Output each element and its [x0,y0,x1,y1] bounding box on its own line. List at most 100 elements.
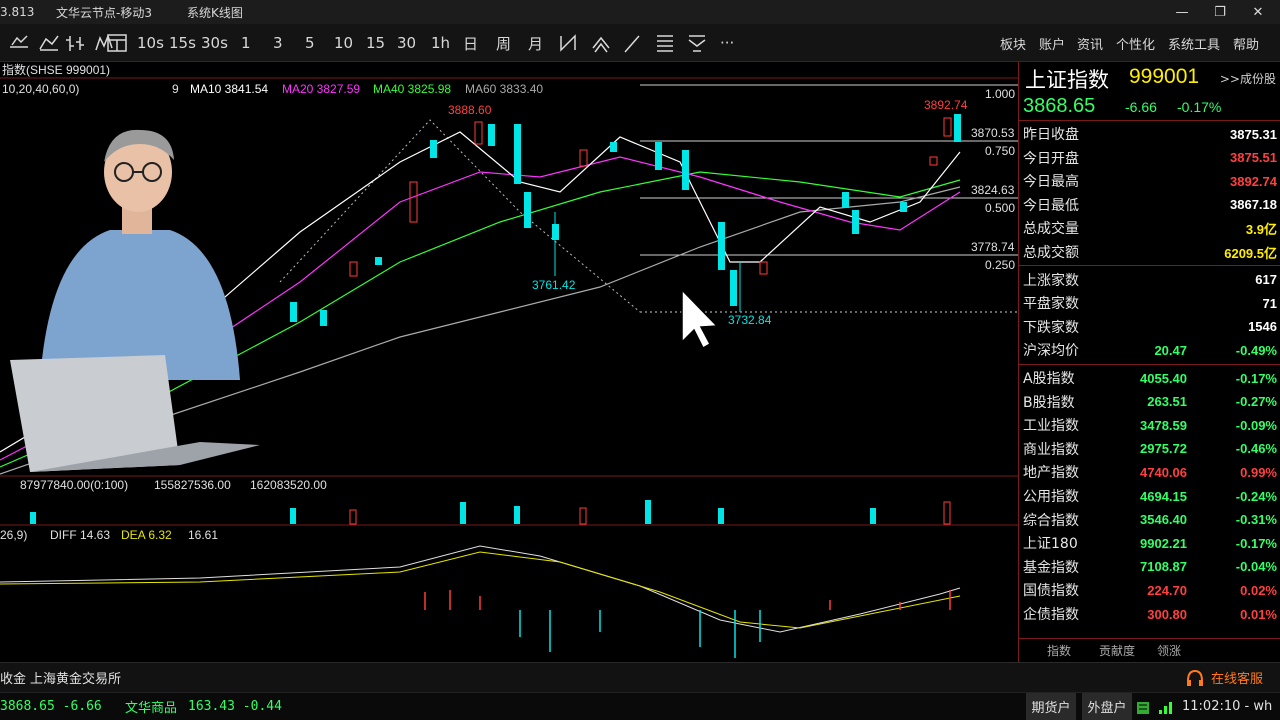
draw-line-icon[interactable] [10,35,28,48]
constituents-link[interactable]: >>成份股 [1220,70,1276,87]
index-row[interactable]: 公用指数 4694.15 -0.24% [1019,484,1280,508]
index-name: 上证指数 [1025,68,1109,92]
menu-help[interactable]: 帮助 [1233,24,1259,62]
symbol-label: 指数(SHSE 999001) [2,62,110,77]
view-title: 系统K线图 [187,5,243,20]
hs-avg-label: 沪深均价 [1023,343,1079,360]
period-1h[interactable]: 1h [431,24,450,62]
index-row[interactable]: B股指数 263.51 -0.27% [1019,390,1280,414]
fib-ratio-05: 0.500 [985,201,1015,215]
headset-icon[interactable] [1184,667,1206,689]
dotted-trend-line[interactable] [279,119,641,313]
quote-tab[interactable]: 领涨 [1153,640,1185,661]
period-1m[interactable]: 1 [241,24,251,62]
index-row[interactable]: 基金指数 7108.87 -0.04% [1019,555,1280,579]
index-label: 基金指数 [1023,559,1079,576]
ticker-bar: 3868.65 -6.66 文华商品 163.43 -0.44 期货户 外盘户 … [0,692,1280,720]
index-row[interactable]: 工业指数 3478.59 -0.09% [1019,413,1280,437]
high-price-label: 3888.60 [448,103,492,117]
period-10m[interactable]: 10 [334,24,353,62]
market-label[interactable]: 收金 [0,663,26,692]
period-15s[interactable]: 15s [169,24,196,62]
macd-histogram[interactable] [424,590,951,658]
period-10s[interactable]: 10s [137,24,164,62]
period-3m[interactable]: 3 [273,24,283,62]
period-day[interactable]: 日 [463,24,478,62]
macd-diff: DIFF 14.63 [50,528,110,542]
index-row[interactable]: 地产指数 4740.06 0.99% [1019,460,1280,484]
volume-bar [290,508,296,524]
menu-account[interactable]: 账户 [1039,24,1065,62]
last-price: 3868.65 [1023,95,1096,117]
index-row[interactable]: 企债指数 300.80 0.01% [1019,602,1280,626]
minimize-button[interactable]: — [1164,0,1200,24]
index-pct: -0.17% [1235,370,1277,386]
index-value: 300.80 [1147,606,1187,622]
futures-account-button[interactable]: 期货户 [1026,693,1076,720]
ticker-commodity-values: 163.43 -0.44 [188,699,282,714]
index-label: 工业指数 [1023,418,1079,435]
flag-icon[interactable] [688,35,706,52]
index-value: 9902.21 [1140,535,1187,551]
outer-account-button[interactable]: 外盘户 [1082,693,1132,720]
index-label: 商业指数 [1023,441,1079,458]
connection-icons [1137,702,1172,714]
quote-stat-row: 昨日收盘 3875.31 [1019,122,1280,146]
candle [579,149,588,167]
candle [759,261,768,275]
breadth-row: 下跌家数 1546 [1019,315,1280,339]
fib-ratio-075: 0.750 [985,144,1015,158]
index-row[interactable]: 上证180 9902.21 -0.17% [1019,531,1280,555]
close-button[interactable]: ✕ [1240,0,1276,24]
quote-tab[interactable]: 贡献度 [1095,640,1139,661]
index-pct: -0.04% [1235,559,1277,575]
period-15m[interactable]: 15 [366,24,385,62]
period-week[interactable]: 周 [496,24,511,62]
index-row[interactable]: 综合指数 3546.40 -0.31% [1019,508,1280,532]
ticker-commodity-name[interactable]: 文华商品 [125,693,177,720]
index-label: B股指数 [1023,394,1075,411]
menu-sector[interactable]: 板块 [1000,24,1026,62]
wave-tool-icon[interactable] [95,33,113,51]
menu-personalize[interactable]: 个性化 [1116,24,1155,62]
clock: 11:02:10 - wh [1182,699,1273,714]
fib-price-05: 3824.63 [971,183,1015,197]
candle [349,261,358,277]
bowtie-icon[interactable] [560,34,576,52]
breadth-value: 1546 [1248,319,1277,335]
exchange-label[interactable]: 上海黄金交易所 [30,663,121,692]
fib-retracement[interactable] [640,84,1018,313]
candle [290,302,297,322]
menu-news[interactable]: 资讯 [1077,24,1103,62]
more-button[interactable]: ··· [720,24,734,62]
volume-value-3: 162083520.00 [250,478,327,492]
quote-tab[interactable]: 指数 [1043,640,1075,661]
chevron-tool-icon[interactable] [592,36,610,53]
period-month[interactable]: 月 [528,24,543,62]
ma-legend-small: 9 [172,82,179,96]
index-code: 999001 [1129,65,1200,88]
period-30m[interactable]: 30 [397,24,416,62]
index-row[interactable]: A股指数 4055.40 -0.17% [1019,366,1280,390]
volume-bars[interactable] [30,500,951,525]
period-5m[interactable]: 5 [305,24,315,62]
hs-avg-row: 沪深均价 20.47 -0.49% [1019,338,1280,362]
index-value: 4694.15 [1140,488,1187,504]
index-row[interactable]: 国债指数 224.70 0.02% [1019,578,1280,602]
maximize-button[interactable]: ❐ [1202,0,1238,24]
macd-diff-line [0,545,961,633]
index-row[interactable]: 商业指数 2975.72 -0.46% [1019,437,1280,461]
period-30s[interactable]: 30s [201,24,228,62]
ticker-index[interactable]: 3868.65 -6.66 [0,693,102,720]
separator [1019,364,1280,365]
list-icon[interactable] [657,35,673,52]
menu-system-tools[interactable]: 系统工具 [1168,24,1220,62]
trendline-icon[interactable] [624,35,640,53]
candle [929,156,938,166]
online-service-link[interactable]: 在线客服 [1211,663,1263,692]
ohlc-bar-icon[interactable] [66,36,84,51]
ma-params[interactable]: 10,20,40,60,0) [2,82,79,96]
main-area: 1.000 3870.53 0.750 3824.63 0.500 3778.7… [0,62,1280,662]
candle [943,117,952,137]
line-chart-icon[interactable] [39,35,59,51]
